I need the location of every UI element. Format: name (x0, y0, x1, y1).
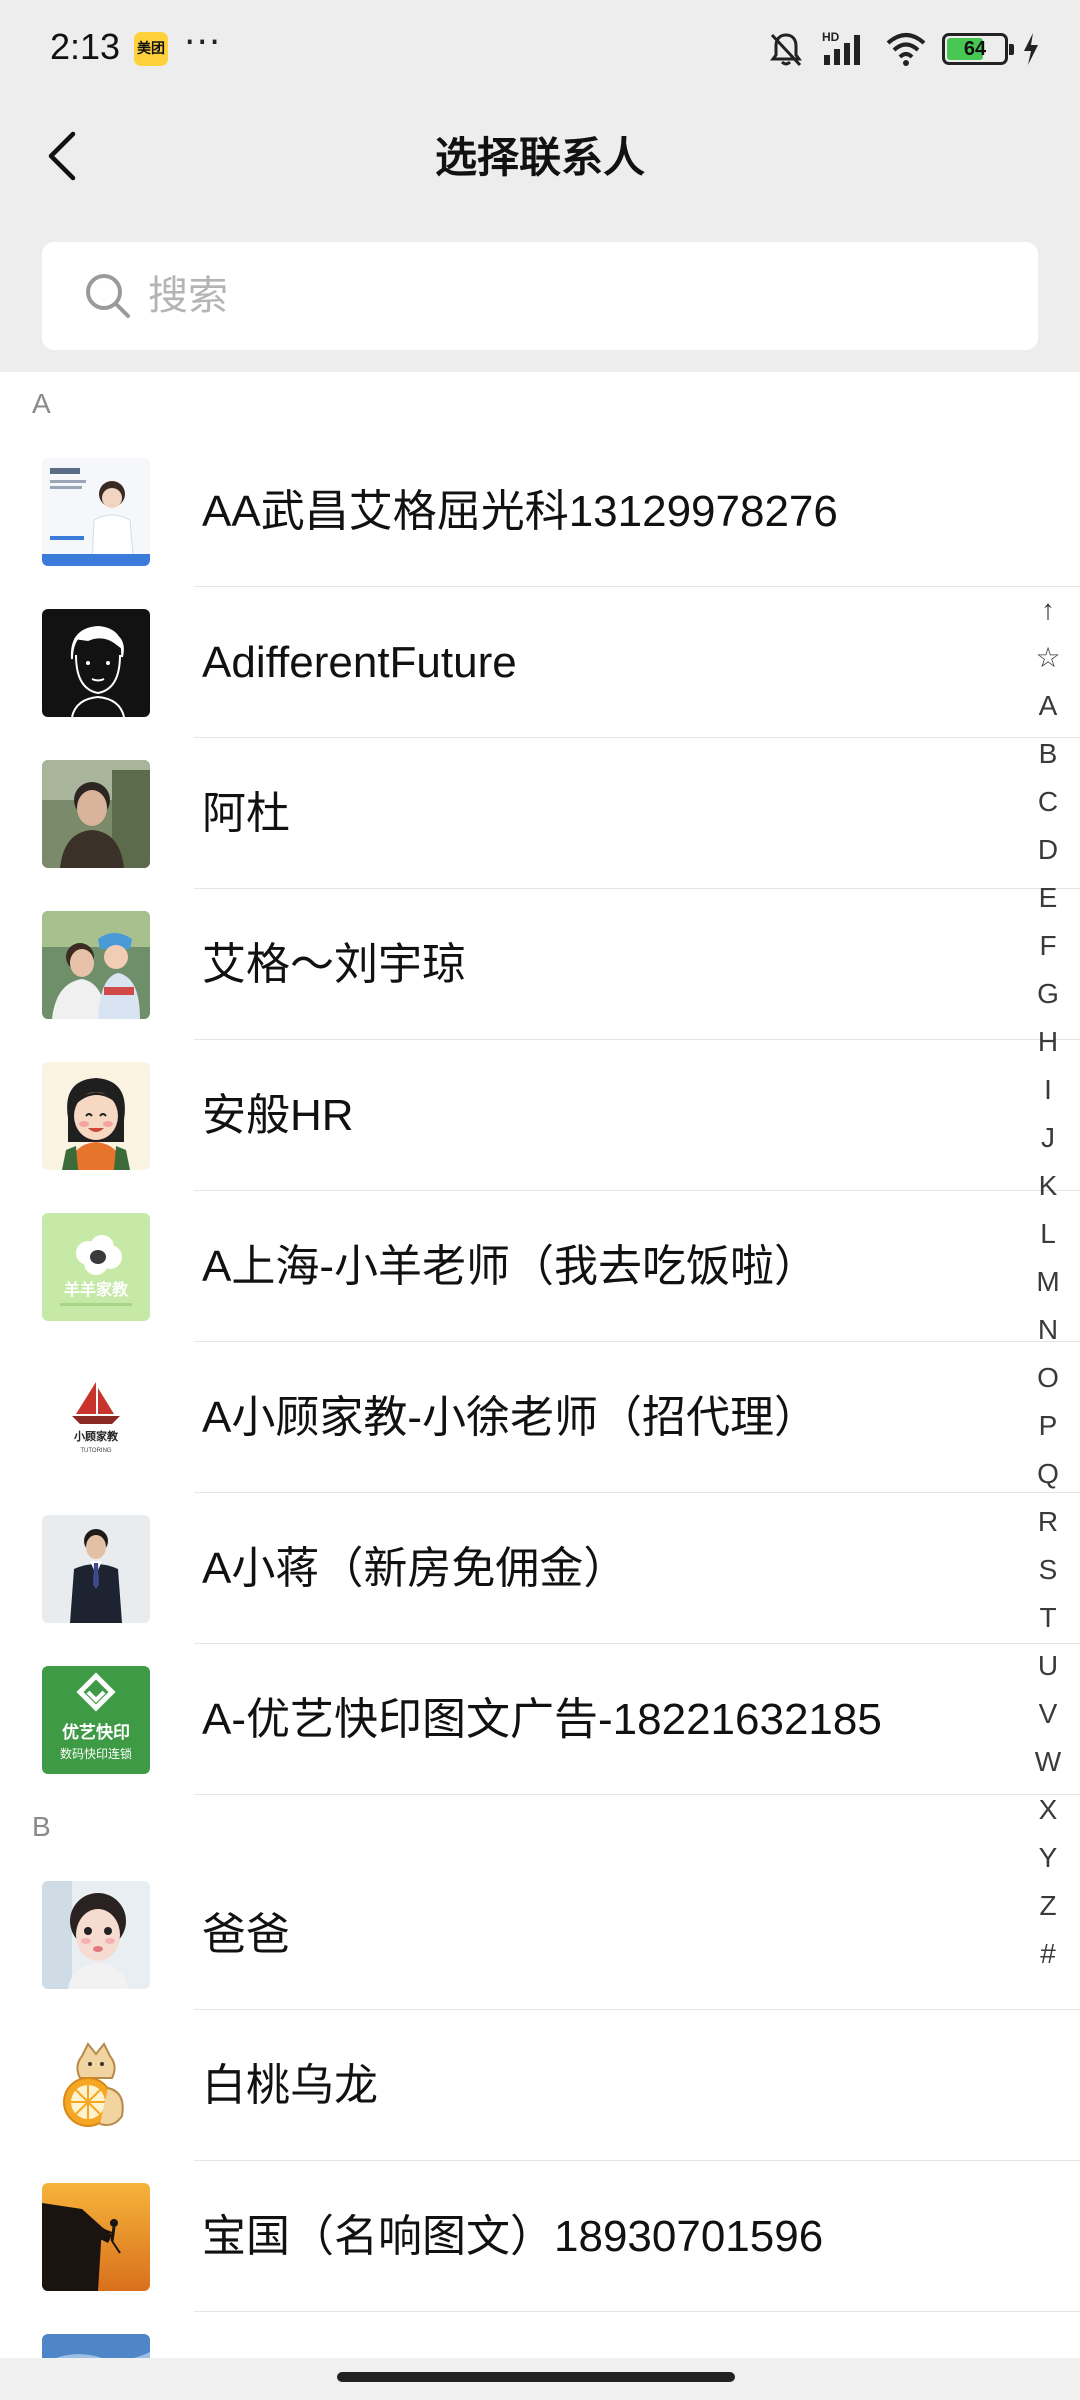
index-letter[interactable]: J (1016, 1114, 1080, 1162)
contact-name: 宝国（名响图文）18930701596 (202, 2212, 824, 2261)
index-letter[interactable]: K (1016, 1162, 1080, 1210)
charging-bolt-icon (1024, 33, 1038, 65)
back-button[interactable] (30, 124, 94, 188)
index-letter[interactable]: U (1016, 1642, 1080, 1690)
cartoon-girl-avatar (42, 1062, 150, 1170)
index-letter[interactable]: B (1016, 730, 1080, 778)
contact-name: 艾格～刘宇琼 (202, 940, 466, 989)
tutoring-logo-avatar: 小顾家教 TUTORING (42, 1364, 150, 1472)
svg-text:小顾家教: 小顾家教 (73, 1429, 119, 1443)
index-letter[interactable]: A (1016, 682, 1080, 730)
doctor-avatar (42, 458, 150, 566)
mute-bell-icon (770, 33, 802, 67)
alphabet-index[interactable]: ↑ ☆ A B C D E F G H I J K L M N O P Q R S T U V W X Y Z # (1016, 586, 1080, 1978)
contact-name: A小顾家教-小徐老师（招代理） (202, 1393, 818, 1442)
contact-name: 安般HR (202, 1091, 354, 1140)
wifi-icon (886, 33, 926, 66)
home-indicator[interactable] (337, 2372, 735, 2382)
status-icons: HD 64 (766, 28, 1040, 70)
svg-text:优艺快印: 优艺快印 (62, 1722, 130, 1743)
contact-row[interactable]: AdifferentFuture (0, 587, 1080, 738)
search-icon (86, 274, 130, 318)
suit-man-avatar (42, 1515, 150, 1623)
contact-name: A上海-小羊老师（我去吃饭啦） (202, 1242, 818, 1291)
index-letter[interactable]: Q (1016, 1450, 1080, 1498)
contact-name: A-优艺快印图文广告-18221632185 (202, 1695, 882, 1744)
contact-name: AdifferentFuture (202, 638, 517, 687)
contact-name: AA武昌艾格屈光科13129978276 (202, 487, 838, 536)
search-box[interactable] (42, 242, 1038, 350)
more-notifications-icon: ··· (184, 22, 222, 63)
contact-name: 阿杜 (202, 789, 290, 838)
index-letter[interactable]: F (1016, 922, 1080, 970)
status-time: 2:13 (50, 26, 121, 67)
index-letter[interactable]: E (1016, 874, 1080, 922)
contact-name: 白桃乌龙 (202, 2061, 378, 2110)
index-letter[interactable]: V (1016, 1690, 1080, 1738)
index-letter[interactable]: N (1016, 1306, 1080, 1354)
print-logo-avatar: 优艺快印 数码快印连锁 (42, 1666, 150, 1774)
contact-name: A小蒋（新房免佣金） (202, 1544, 628, 1593)
chevron-left-icon (48, 131, 76, 181)
index-letter[interactable]: I (1016, 1066, 1080, 1114)
meituan-app-icon: 美团 (134, 32, 168, 66)
index-letter[interactable]: ↑ (1016, 586, 1080, 634)
index-letter[interactable]: O (1016, 1354, 1080, 1402)
section-header-b: B (0, 1795, 1080, 1859)
contact-row[interactable]: AA武昌艾格屈光科13129978276 (0, 436, 1080, 587)
sheep-logo-avatar: 羊羊家教 (42, 1213, 150, 1321)
svg-text:TUTORING: TUTORING (80, 1448, 112, 1454)
svg-text:HD: HD (822, 30, 840, 44)
index-letter[interactable]: Y (1016, 1834, 1080, 1882)
contact-row[interactable]: 宝国（名响图文）18930701596 (0, 2161, 1080, 2312)
contact-name: 爸爸 (202, 1910, 290, 1959)
cat-orange-avatar (42, 2032, 150, 2140)
index-letter[interactable]: Z (1016, 1882, 1080, 1930)
contact-row[interactable]: 阿杜 (0, 738, 1080, 889)
section-header-a: A (0, 372, 1080, 436)
index-letter[interactable]: H (1016, 1018, 1080, 1066)
page-title: 选择联系人 (434, 133, 645, 182)
svg-text:数码快印连锁: 数码快印连锁 (60, 1746, 132, 1761)
index-letter[interactable]: C (1016, 778, 1080, 826)
contact-row[interactable]: 安般HR (0, 1040, 1080, 1191)
search-area (0, 220, 1080, 372)
index-letter[interactable]: M (1016, 1258, 1080, 1306)
index-letter[interactable]: ☆ (1016, 634, 1080, 682)
signal-hd-icon: HD (822, 30, 860, 65)
index-letter[interactable]: D (1016, 826, 1080, 874)
battery-level: 64 (963, 38, 987, 60)
index-letter[interactable]: L (1016, 1210, 1080, 1258)
index-letter[interactable]: P (1016, 1402, 1080, 1450)
man-photo-avatar (42, 760, 150, 868)
family-photo-avatar (42, 911, 150, 1019)
child-photo-avatar (42, 1881, 150, 1989)
contact-list: A AA武昌艾格屈光科13129978276 AdifferentFuture … (0, 372, 1080, 2372)
index-letter[interactable]: T (1016, 1594, 1080, 1642)
index-letter[interactable]: R (1016, 1498, 1080, 1546)
index-letter[interactable]: S (1016, 1546, 1080, 1594)
sketch-portrait-avatar (42, 609, 150, 717)
navigation-bar (0, 2358, 1080, 2400)
header: 选择联系人 (0, 96, 1080, 220)
climber-sunset-avatar (42, 2183, 150, 2291)
contact-row[interactable]: 优艺快印 数码快印连锁 A-优艺快印图文广告-18221632185 (0, 1644, 1080, 1795)
contact-row[interactable]: 白桃乌龙 (0, 2010, 1080, 2161)
index-letter[interactable]: # (1016, 1930, 1080, 1978)
contact-row[interactable]: A小蒋（新房免佣金） (0, 1493, 1080, 1644)
contact-row[interactable]: 小顾家教 TUTORING A小顾家教-小徐老师（招代理） (0, 1342, 1080, 1493)
contact-row[interactable]: 爸爸 (0, 1859, 1080, 2010)
status-bar: 2:13 美团 ··· HD 64 (0, 0, 1080, 96)
search-input[interactable] (148, 242, 1008, 350)
index-letter[interactable]: X (1016, 1786, 1080, 1834)
contact-row[interactable]: 羊羊家教 A上海-小羊老师（我去吃饭啦） (0, 1191, 1080, 1342)
battery-icon: 64 (942, 33, 1014, 65)
svg-text:羊羊家教: 羊羊家教 (64, 1280, 129, 1299)
index-letter[interactable]: G (1016, 970, 1080, 1018)
index-letter[interactable]: W (1016, 1738, 1080, 1786)
contact-row[interactable]: 艾格～刘宇琼 (0, 889, 1080, 1040)
